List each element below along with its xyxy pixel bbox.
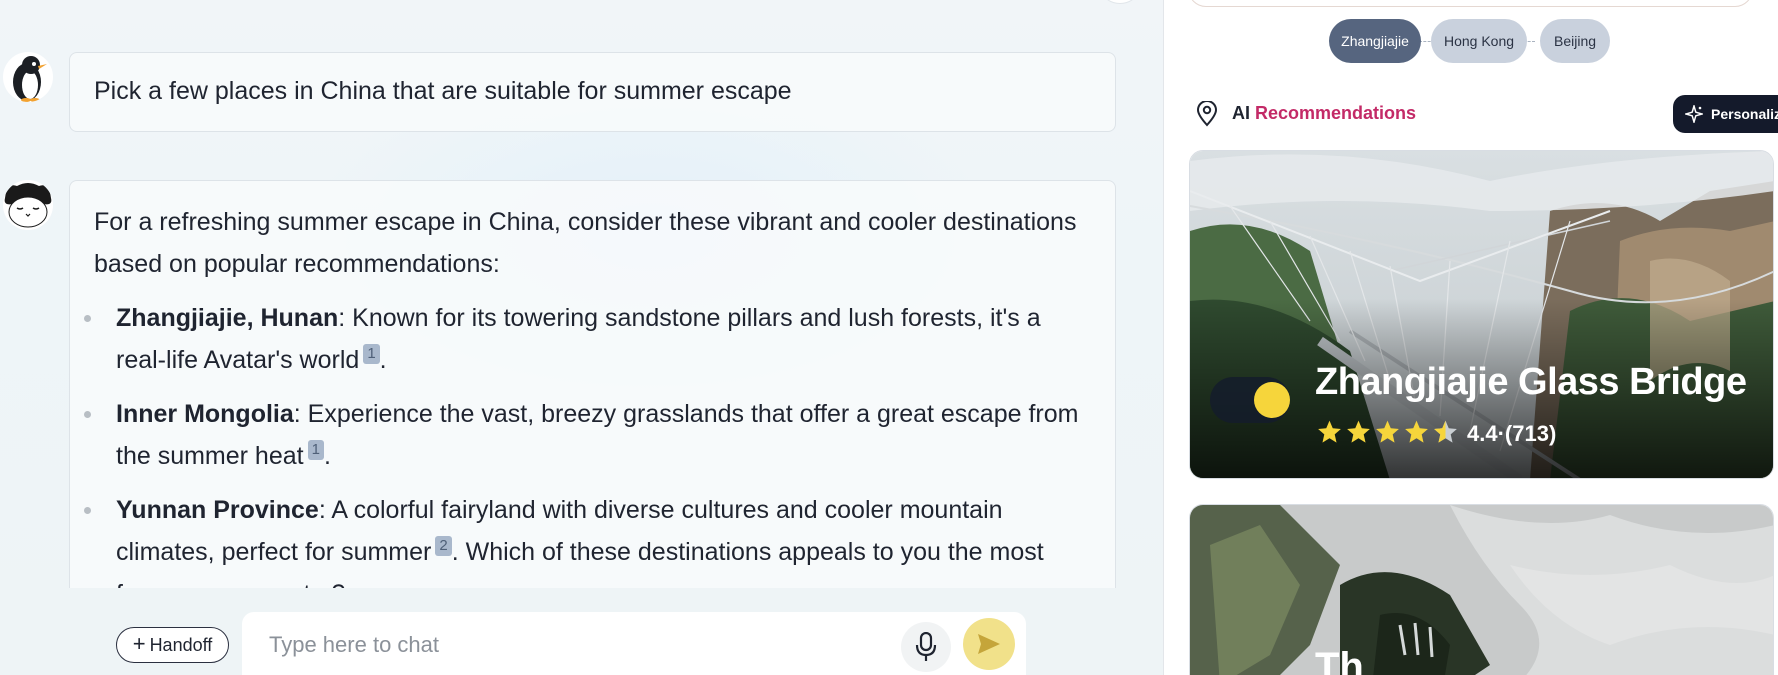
user-message-bubble: Pick a few places in China that are suit… <box>69 52 1116 132</box>
destination-list: Zhangjiajie, Hunan: Known for its toweri… <box>84 297 1094 615</box>
recommendations-title: AI Recommendations <box>1232 103 1416 124</box>
personalize-button[interactable]: Personalize <box>1673 95 1778 133</box>
list-item: Zhangjiajie, Hunan: Known for its toweri… <box>84 297 1094 381</box>
step-label: Zhangjiajie <box>1341 33 1409 49</box>
step-zhangjiajie[interactable]: Zhangjiajie <box>1329 19 1421 63</box>
step-beijing[interactable]: Beijing <box>1540 19 1610 63</box>
plus-icon: + <box>132 631 146 656</box>
list-item-tail: . <box>379 346 387 374</box>
recommendations-pane: Zhangjiajie Hong Kong Beijing AI Recomme… <box>1163 0 1778 675</box>
send-icon <box>978 634 1000 654</box>
list-item: Inner Mongolia: Experience the vast, bre… <box>84 393 1094 477</box>
citation-badge[interactable]: 1 <box>363 344 380 364</box>
place-name: Zhangjiajie Glass Bridge <box>1315 361 1747 403</box>
list-item-tail: . <box>323 442 331 470</box>
handoff-label: Handoff <box>149 634 213 655</box>
chat-input-container <box>242 612 1026 675</box>
assistant-intro: For a refreshing summer escape in China,… <box>94 208 1077 278</box>
citation-badge[interactable]: 2 <box>435 536 452 556</box>
step-hong-kong[interactable]: Hong Kong <box>1431 19 1527 63</box>
star-icon <box>1405 420 1428 443</box>
chat-pane: Pick a few places in China that are suit… <box>0 0 1163 675</box>
itinerary-steps: Zhangjiajie Hong Kong Beijing <box>1329 19 1629 63</box>
list-item-title: Yunnan Province <box>116 496 319 524</box>
microphone-button[interactable] <box>901 622 951 672</box>
microphone-icon <box>915 632 937 661</box>
step-label: Beijing <box>1553 33 1597 49</box>
star-icon <box>1318 420 1341 443</box>
step-label: Hong Kong <box>1443 33 1515 49</box>
favorite-toggle[interactable] <box>1210 377 1290 423</box>
handoff-button[interactable]: + Handoff <box>116 627 229 663</box>
personalize-label: Personalize <box>1711 106 1778 122</box>
assistant-avatar <box>3 180 53 230</box>
place-name: Th <box>1315 645 1364 675</box>
user-message-text: Pick a few places in China that are suit… <box>94 77 792 105</box>
location-pin-icon <box>1196 101 1218 127</box>
user-avatar <box>3 52 53 102</box>
recommendations-header: AI Recommendations Personalize <box>1196 95 1778 135</box>
list-item-title: Inner Mongolia <box>116 400 294 428</box>
title-prefix: AI <box>1232 103 1256 123</box>
place-card[interactable]: Th <box>1189 504 1774 675</box>
place-card[interactable]: Zhangjiajie Glass Bridge 4.4·(713) <box>1189 150 1774 479</box>
citation-badge[interactable]: 1 <box>307 440 324 460</box>
send-button[interactable] <box>963 618 1015 670</box>
chat-input[interactable] <box>269 628 869 662</box>
toggle-knob <box>1254 382 1290 418</box>
list-item-tail: . Which of these destinations appeals to… <box>451 538 1044 566</box>
place-photo <box>1190 505 1773 675</box>
scroll-top-button[interactable] <box>1103 0 1137 4</box>
title-accent: Recommendations <box>1255 103 1417 123</box>
rating-text: 4.4·(713) <box>1467 421 1557 446</box>
list-item-title: Zhangjiajie, Hunan <box>116 304 339 332</box>
half-star-icon <box>1434 420 1457 443</box>
sparkle-icon <box>1685 105 1703 123</box>
previous-card-edge <box>1188 0 1753 7</box>
assistant-message-text: For a refreshing summer escape in China,… <box>84 201 1094 627</box>
star-icon <box>1347 420 1370 443</box>
star-rating <box>1316 419 1459 445</box>
star-icon <box>1376 420 1399 443</box>
